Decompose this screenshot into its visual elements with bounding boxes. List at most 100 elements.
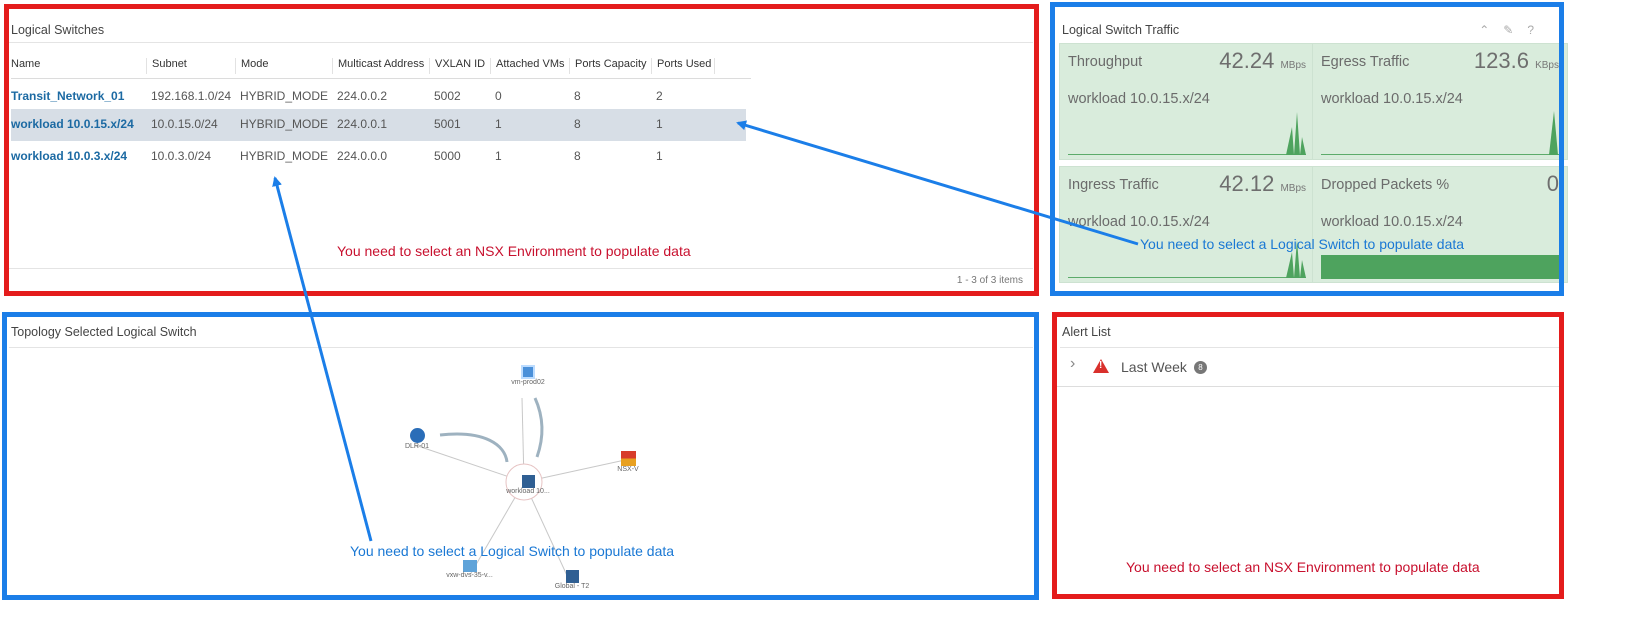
empty-state-message: You need to select an NSX Environment to… [1126,559,1480,575]
subnet-cell: 10.0.15.0/24 [151,117,218,131]
vxlan-cell: 5002 [434,89,461,103]
switch-name-link[interactable]: workload 10.0.3.x/24 [11,149,127,163]
attached-vms-cell: 1 [495,149,502,163]
sparkline [1549,111,1558,155]
attached-vms-cell: 0 [495,89,502,103]
topology-node-vm[interactable]: vm-prod02 [508,365,548,386]
topology-widget: Topology Selected Logical Switch vm-prod… [5,315,1037,598]
divider [9,268,1033,269]
subnet-cell: 10.0.3.0/24 [151,149,212,163]
tile-label: Ingress Traffic [1068,177,1159,193]
alert-group-row[interactable]: › ! Last Week 8 [1056,349,1564,387]
tile-subtitle: workload 10.0.15.x/24 [1321,214,1463,230]
vxlan-cell: 5001 [434,117,461,131]
column-header-attached-vms[interactable]: Attached VMs [490,58,564,74]
topology-node-center[interactable]: workload 10... [503,475,553,495]
tile-label: Dropped Packets % [1321,177,1450,193]
widget-header-icons: ⌃✎? [1479,23,1548,37]
traffic-empty-state-message: You need to select a Logical Switch to p… [1140,236,1465,252]
topology-node-nsx[interactable]: NSX-V [613,451,643,473]
tile-unit: MBps [1280,183,1306,194]
mode-cell: HYBRID_MODE [240,117,329,131]
tile-value-number: 123.6 [1473,48,1529,73]
node-label: DLR-01 [404,443,430,450]
topology-node-global[interactable]: Global - T2 [552,570,592,590]
divider [9,347,1033,348]
logical-switch-icon [521,475,535,488]
tile-value: 42.24 MBps [1219,48,1306,74]
tile-value-number: 42.24 [1219,48,1275,73]
widget-title: Alert List [1062,325,1111,339]
switch-icon [565,570,579,583]
mode-cell: HYBRID_MODE [240,89,329,103]
column-header-ports-capacity[interactable]: Ports Capacity [569,58,647,74]
sparkline-baseline [1321,154,1559,155]
nsx-manager-icon [620,451,636,466]
ports-capacity-cell: 8 [574,89,581,103]
column-header-mode[interactable]: Mode [235,58,269,74]
empty-state-message: You need to select an NSX Environment to… [337,243,691,259]
sparkline-baseline [1068,154,1306,155]
node-label: vxw-dvs-35-v... [446,572,493,579]
egress-traffic-tile[interactable]: Egress Traffic 123.6 KBps workload 10.0.… [1312,43,1568,160]
warning-mark: ! [1099,360,1103,371]
alert-group-label: Last Week [1121,359,1187,375]
vm-icon [521,365,535,379]
ports-used-cell: 1 [656,149,663,163]
ports-used-cell: 1 [656,117,663,131]
empty-state-message: You need to select a Logical Switch to p… [350,543,675,559]
tile-value: 0 [1547,171,1559,197]
collapse-icon[interactable]: ⌃ [1479,23,1503,37]
node-label: NSX-V [617,466,639,473]
widget-title: Topology Selected Logical Switch [11,325,197,339]
topology-node-dvs[interactable]: vxw-dvs-35-v... [442,560,497,579]
alert-list-widget: Alert List › ! Last Week 8 You need to s… [1056,315,1564,598]
column-header-ports-used[interactable]: Ports Used [651,58,711,74]
multicast-cell: 224.0.0.1 [337,117,388,131]
divider [9,42,1033,43]
ingress-traffic-tile[interactable]: Ingress Traffic 42.12 MBps workload 10.0… [1059,166,1315,283]
dropped-packets-tile[interactable]: Dropped Packets % 0 workload 10.0.15.x/2… [1312,166,1568,283]
chevron-right-icon[interactable]: › [1070,355,1075,373]
router-icon [409,428,425,443]
ports-capacity-cell: 8 [574,149,581,163]
column-header-name[interactable]: Name [11,58,40,74]
node-label: Global - T2 [554,583,590,590]
divider [1060,347,1560,348]
tile-value-number: 0 [1546,171,1559,196]
tile-unit: MBps [1280,60,1306,71]
column-divider [714,58,720,74]
table-row-selected[interactable]: workload 10.0.15.x/24 10.0.15.0/24 HYBRI… [11,109,746,141]
throughput-tile[interactable]: Throughput 42.24 MBps workload 10.0.15.x… [1059,43,1315,160]
node-label: vm-prod02 [511,379,545,386]
ports-capacity-cell: 8 [574,117,581,131]
tile-label: Throughput [1068,54,1143,70]
widget-title: Logical Switch Traffic [1062,23,1180,37]
tile-value: 123.6 KBps [1474,48,1559,74]
node-label: workload 10... [506,488,550,495]
logical-switches-widget: Logical Switches Name Subnet Mode Multic… [5,5,1037,294]
help-icon[interactable]: ? [1527,23,1548,37]
attached-vms-cell: 1 [495,117,502,131]
vxlan-cell: 5000 [434,149,461,163]
column-header-subnet[interactable]: Subnet [146,58,187,74]
pagination-footer: 1 - 3 of 3 items [956,275,1023,286]
tile-unit: KBps [1535,60,1559,71]
tile-subtitle: workload 10.0.15.x/24 [1068,214,1210,230]
switch-name-link[interactable]: workload 10.0.15.x/24 [11,117,134,131]
edit-icon[interactable]: ✎ [1503,23,1527,37]
topology-node-dlr[interactable]: DLR-01 [402,428,432,450]
sparkline-bar [1321,255,1559,279]
table-row[interactable]: workload 10.0.3.x/24 10.0.3.0/24 HYBRID_… [11,141,746,173]
multicast-cell: 224.0.0.0 [337,149,388,163]
distributed-switch-icon [462,560,477,572]
column-header-multicast[interactable]: Multicast Address [332,58,424,74]
sparkline-baseline [1068,277,1306,278]
widget-title: Logical Switches [11,23,105,37]
column-header-vxlan[interactable]: VXLAN ID [429,58,485,74]
multicast-cell: 224.0.0.2 [337,89,388,103]
switch-name-link[interactable]: Transit_Network_01 [11,89,124,103]
tile-label: Egress Traffic [1321,54,1410,70]
tile-value: 42.12 MBps [1219,171,1306,197]
ports-used-cell: 2 [656,89,663,103]
